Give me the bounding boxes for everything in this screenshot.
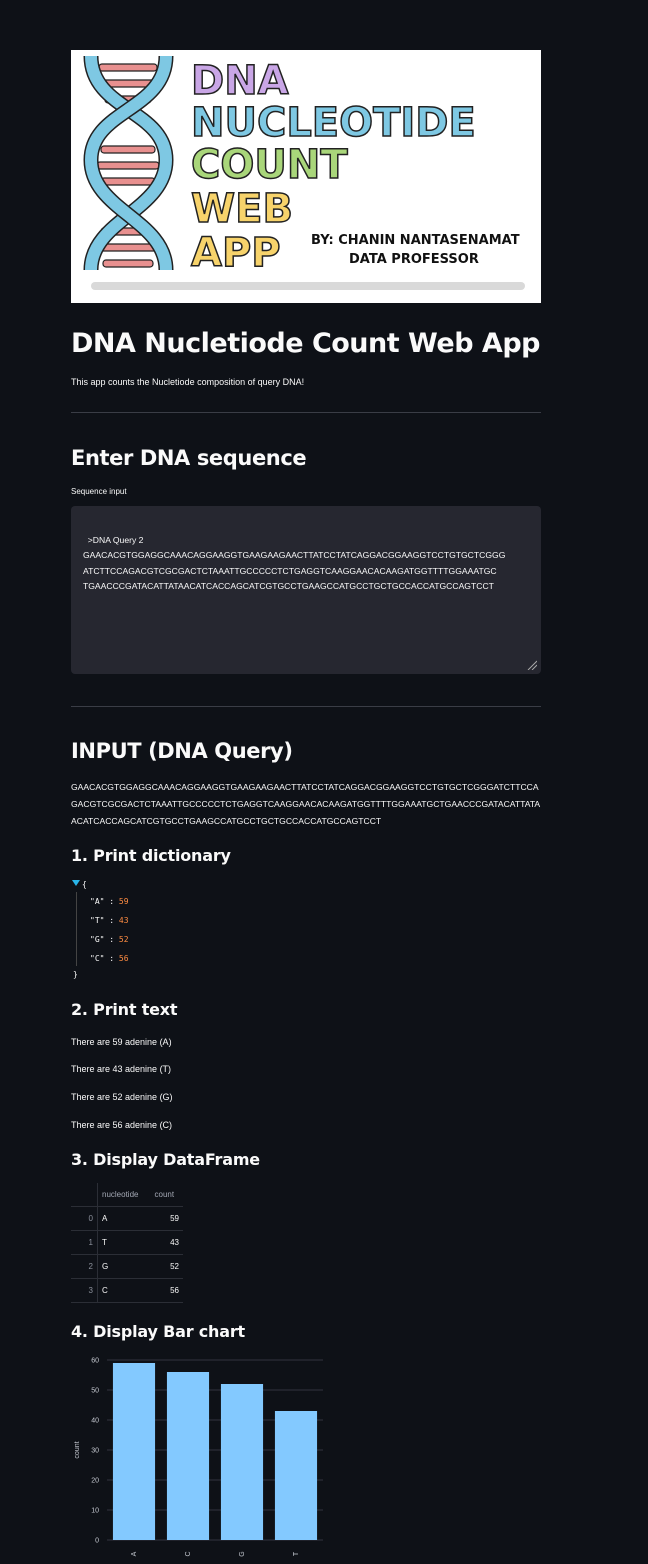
y-tick-label: 0 xyxy=(95,1538,99,1545)
input-dna-query-heading: INPUT (DNA Query) xyxy=(71,739,293,763)
count-cell[interactable]: 52 xyxy=(150,1254,183,1279)
x-tick-label: T xyxy=(293,1551,300,1556)
bar xyxy=(220,1384,264,1540)
enter-sequence-heading: Enter DNA sequence xyxy=(71,446,307,470)
table-row: 3 C 56 xyxy=(71,1278,183,1303)
resize-handle-icon[interactable] xyxy=(527,660,537,670)
sequence-input-label: Sequence input xyxy=(71,487,127,496)
print-text-heading: 2. Print text xyxy=(71,1000,178,1019)
column-header[interactable]: count xyxy=(150,1183,183,1207)
json-entry: "G" : 52 xyxy=(90,935,129,944)
table-header-row: nucleotide count xyxy=(71,1183,183,1207)
x-tick-label: A xyxy=(131,1551,138,1556)
y-axis-title: count xyxy=(74,1441,81,1458)
count-text-line: There are 43 adenine (T) xyxy=(71,1064,172,1074)
count-cell[interactable]: 59 xyxy=(150,1206,183,1231)
y-tick-label: 40 xyxy=(91,1418,99,1425)
x-tick-label: C xyxy=(185,1551,192,1556)
sequence-line: ACATCACCAGCATCGTGCCTGAAGCCATGCCTGCTGCCAC… xyxy=(71,816,382,826)
display-dataframe-heading: 3. Display DataFrame xyxy=(71,1150,260,1169)
svg-text:NUCLEOTIDE: NUCLEOTIDE xyxy=(191,100,476,146)
bar xyxy=(166,1372,210,1540)
divider xyxy=(71,706,541,707)
svg-text:DNA: DNA xyxy=(191,58,289,104)
y-tick-label: 30 xyxy=(91,1448,99,1455)
count-cell[interactable]: 43 xyxy=(150,1230,183,1255)
column-header[interactable]: nucleotide xyxy=(97,1183,151,1207)
row-index: 2 xyxy=(71,1254,98,1279)
y-tick-label: 10 xyxy=(91,1508,99,1515)
json-open-brace: { xyxy=(82,880,87,889)
print-dictionary-heading: 1. Print dictionary xyxy=(71,846,231,865)
bar xyxy=(112,1363,156,1540)
table-row: 1 T 43 xyxy=(71,1230,183,1255)
sequence-line: GAACACGTGGAGGCAAACAGGAAGGTGAAGAAGAACTTAT… xyxy=(71,782,539,792)
collapse-caret-icon[interactable] xyxy=(72,880,80,886)
count-cell[interactable]: 56 xyxy=(150,1278,183,1303)
count-text-line: There are 52 adenine (G) xyxy=(71,1092,173,1102)
row-index: 1 xyxy=(71,1230,98,1255)
app-description: This app counts the Nucletiode compositi… xyxy=(71,377,305,387)
dna-helix-illustration: DNA NUCLEOTIDE COUNT WEB APP BY: CHANIN … xyxy=(83,55,525,290)
json-close-brace: } xyxy=(73,970,78,979)
json-indent-guide xyxy=(76,892,77,966)
nucleotide-cell[interactable]: C xyxy=(97,1278,151,1303)
y-tick-label: 20 xyxy=(91,1478,99,1485)
dataframe-table[interactable]: nucleotide count 0 A 59 1 T 43 2 G 52 3 … xyxy=(71,1183,183,1303)
row-index: 3 xyxy=(71,1278,98,1303)
svg-text:DATA PROFESSOR: DATA PROFESSOR xyxy=(349,252,479,267)
count-text-line: There are 59 adenine (A) xyxy=(71,1037,172,1047)
count-text-line: There are 56 adenine (C) xyxy=(71,1120,173,1130)
row-index: 0 xyxy=(71,1206,98,1231)
svg-text:COUNT: COUNT xyxy=(191,142,348,188)
x-tick-label: G xyxy=(239,1551,246,1556)
bar xyxy=(274,1411,318,1540)
nucleotide-cell[interactable]: A xyxy=(97,1206,151,1231)
json-entry: "C" : 56 xyxy=(90,954,129,963)
nucleotide-cell[interactable]: T xyxy=(97,1230,151,1255)
index-header xyxy=(71,1183,98,1207)
y-tick-label: 60 xyxy=(91,1358,99,1365)
table-row: 0 A 59 xyxy=(71,1206,183,1231)
banner-image: DNA NUCLEOTIDE COUNT WEB APP BY: CHANIN … xyxy=(71,50,541,303)
y-tick-label: 50 xyxy=(91,1388,99,1395)
table-row: 2 G 52 xyxy=(71,1254,183,1279)
bar-chart[interactable]: 0 10 20 30 40 50 60 A C G Tcount xyxy=(71,1354,331,1564)
json-entry: "T" : 43 xyxy=(90,916,129,925)
sequence-line: GACGTCGCGACTCTAAATTGCCCCCTCTGAGGTCAAGGAA… xyxy=(71,799,541,809)
sequence-input-text: >DNA Query 2 GAACACGTGGAGGCAAACAGGAAGGTG… xyxy=(83,534,506,592)
page-title: DNA Nucletiode Count Web App xyxy=(71,328,540,359)
sequence-input[interactable]: >DNA Query 2 GAACACGTGGAGGCAAACAGGAAGGTG… xyxy=(71,506,541,674)
svg-text:WEB: WEB xyxy=(191,186,293,232)
svg-text:BY: CHANIN NANTASENAMAT: BY: CHANIN NANTASENAMAT xyxy=(311,233,520,248)
svg-text:APP: APP xyxy=(191,230,281,276)
display-bar-chart-heading: 4. Display Bar chart xyxy=(71,1322,245,1341)
nucleotide-cell[interactable]: G xyxy=(97,1254,151,1279)
json-entry: "A" : 59 xyxy=(90,897,129,906)
divider xyxy=(71,412,541,413)
